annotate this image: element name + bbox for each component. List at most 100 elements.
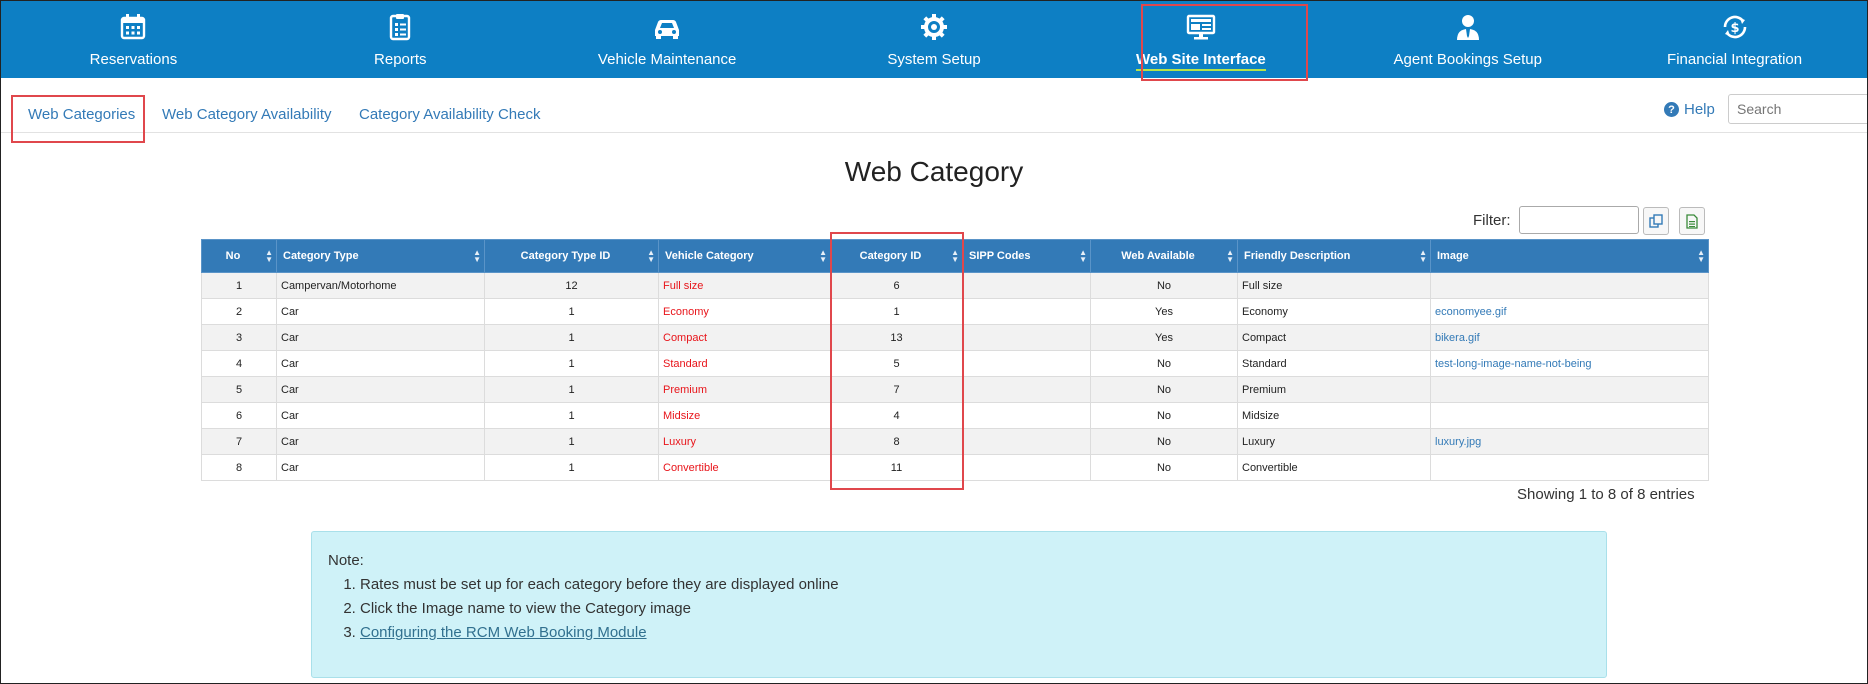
- tab-web-category-availability[interactable]: Web Category Availability: [162, 106, 332, 123]
- cell-no: 1: [201, 272, 277, 299]
- cell-category-type-id: 1: [484, 402, 659, 429]
- note-help-link[interactable]: Configuring the RCM Web Booking Module: [360, 624, 647, 641]
- col-header-friendly-description[interactable]: Friendly Description ▲ ▼: [1237, 239, 1431, 273]
- nav-reports[interactable]: Reports: [267, 0, 534, 78]
- col-header-category-type-id[interactable]: Category Type ID ▲ ▼: [484, 239, 659, 273]
- highlight-box-subtab: [11, 95, 145, 143]
- nav-label: Agent Bookings Setup: [1393, 51, 1542, 68]
- sort-icon: ▲ ▼: [1419, 248, 1427, 264]
- cell-vehicle-category[interactable]: Standard: [658, 350, 831, 377]
- cell-no: 3: [201, 324, 277, 351]
- help-link[interactable]: ? Help: [1664, 101, 1715, 118]
- nav-label: Reservations: [89, 51, 178, 68]
- cell-vehicle-category[interactable]: Convertible: [658, 454, 831, 481]
- calendar-icon: [121, 14, 146, 40]
- nav-vehicle-maintenance[interactable]: Vehicle Maintenance: [534, 0, 801, 78]
- cell-category-type: Car: [276, 350, 485, 377]
- cell-web-available: No: [1090, 454, 1238, 481]
- cell-friendly-description: Economy: [1237, 298, 1431, 325]
- cell-sipp-codes: [962, 376, 1091, 403]
- tab-category-availability-check[interactable]: Category Availability Check: [359, 106, 540, 123]
- page-title: Web Category: [0, 156, 1868, 188]
- cell-sipp-codes: [962, 298, 1091, 325]
- nav-label: Financial Integration: [1667, 51, 1803, 68]
- col-header-label: No: [225, 250, 241, 262]
- note-item: Rates must be set up for each category b…: [360, 573, 1590, 597]
- cell-category-type: Car: [276, 428, 485, 455]
- sort-icon: ▲ ▼: [473, 248, 481, 264]
- sort-icon: ▲ ▼: [1697, 248, 1705, 264]
- cell-web-available: No: [1090, 428, 1238, 455]
- col-header-category-type[interactable]: Category Type ▲ ▼: [276, 239, 485, 273]
- filter-input[interactable]: [1519, 206, 1639, 234]
- cell-no: 4: [201, 350, 277, 377]
- cell-sipp-codes: [962, 454, 1091, 481]
- note-box: Note: Rates must be set up for each cate…: [311, 531, 1607, 678]
- help-label: Help: [1684, 101, 1715, 118]
- copy-button[interactable]: [1643, 207, 1669, 235]
- cell-image: [1430, 272, 1709, 299]
- car-icon: [655, 20, 680, 39]
- col-header-image[interactable]: Image ▲ ▼: [1430, 239, 1709, 273]
- nav-financial-integration[interactable]: $ Financial Integration: [1601, 0, 1868, 78]
- cell-image: [1430, 376, 1709, 403]
- cell-category-type-id: 1: [484, 428, 659, 455]
- image-link[interactable]: test-long-image-name-not-being: [1430, 350, 1709, 377]
- cell-friendly-description: Premium: [1237, 376, 1431, 403]
- cell-category-type-id: 1: [484, 350, 659, 377]
- col-header-vehicle-category[interactable]: Vehicle Category ▲ ▼: [658, 239, 831, 273]
- nav-label: System Setup: [887, 51, 981, 68]
- cell-category-type: Campervan/Motorhome: [276, 272, 485, 299]
- sub-nav: Web Categories Web Category Availability…: [0, 78, 1868, 133]
- cell-friendly-description: Midsize: [1237, 402, 1431, 429]
- sort-icon: ▲ ▼: [647, 248, 655, 264]
- cell-vehicle-category[interactable]: Economy: [658, 298, 831, 325]
- cell-vehicle-category[interactable]: Midsize: [658, 402, 831, 429]
- cell-category-type: Car: [276, 402, 485, 429]
- nav-system-setup[interactable]: System Setup: [801, 0, 1068, 78]
- cell-vehicle-category[interactable]: Full size: [658, 272, 831, 299]
- top-nav: Reservations Reports Vehicle Maintenance: [0, 0, 1868, 78]
- filter-label: Filter:: [1473, 212, 1511, 229]
- note-item-text: Click the Image name to view the Categor…: [360, 600, 691, 617]
- cell-category-type: Car: [276, 324, 485, 351]
- cell-web-available: No: [1090, 350, 1238, 377]
- search-input[interactable]: [1728, 94, 1868, 124]
- nav-label: Reports: [374, 51, 427, 68]
- cell-friendly-description: Full size: [1237, 272, 1431, 299]
- cell-web-available: No: [1090, 272, 1238, 299]
- gear-icon: [921, 14, 947, 40]
- col-header-sipp-codes[interactable]: SIPP Codes ▲ ▼: [962, 239, 1091, 273]
- cell-vehicle-category[interactable]: Luxury: [658, 428, 831, 455]
- nav-agent-bookings-setup[interactable]: Agent Bookings Setup: [1334, 0, 1601, 78]
- cell-no: 5: [201, 376, 277, 403]
- note-title: Note:: [328, 552, 364, 569]
- cell-vehicle-category[interactable]: Premium: [658, 376, 831, 403]
- cell-web-available: Yes: [1090, 298, 1238, 325]
- sort-icon: ▲ ▼: [1226, 248, 1234, 264]
- cell-sipp-codes: [962, 272, 1091, 299]
- export-excel-button[interactable]: [1679, 207, 1705, 235]
- cell-category-type-id: 1: [484, 298, 659, 325]
- col-header-label: Category Type ID: [520, 250, 611, 262]
- cell-vehicle-category[interactable]: Compact: [658, 324, 831, 351]
- cell-no: 2: [201, 298, 277, 325]
- copy-icon: [1649, 214, 1663, 228]
- help-icon: ?: [1664, 102, 1679, 117]
- cell-friendly-description: Compact: [1237, 324, 1431, 351]
- cell-no: 7: [201, 428, 277, 455]
- col-header-label: Image: [1437, 250, 1469, 262]
- col-header-label: SIPP Codes: [969, 250, 1031, 262]
- col-header-web-available[interactable]: Web Available ▲ ▼: [1090, 239, 1238, 273]
- image-link[interactable]: economyee.gif: [1430, 298, 1709, 325]
- nav-reservations[interactable]: Reservations: [0, 0, 267, 78]
- clipboard-icon: [390, 14, 411, 41]
- col-header-label: Category Type: [283, 250, 359, 262]
- col-header-no[interactable]: No ▲ ▼: [201, 239, 277, 273]
- image-link[interactable]: luxury.jpg: [1430, 428, 1709, 455]
- agent-icon: [1456, 15, 1479, 40]
- cell-friendly-description: Luxury: [1237, 428, 1431, 455]
- highlight-box-nav: [1141, 4, 1308, 81]
- cell-image: [1430, 454, 1709, 481]
- image-link[interactable]: bikera.gif: [1430, 324, 1709, 351]
